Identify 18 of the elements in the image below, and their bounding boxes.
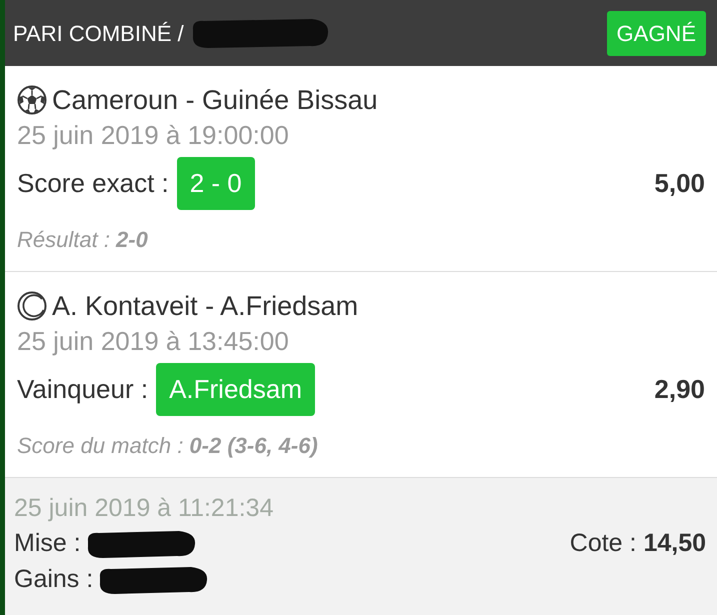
market-label: Score exact : — [17, 167, 169, 200]
selection-pill: 2 - 0 — [176, 157, 255, 210]
total-odds: Cote : 14,50 — [570, 528, 706, 560]
result-text: Score du match : 0-2 (3-6, 4-6) — [17, 432, 319, 460]
selection-pill: A.Friedsam — [156, 363, 315, 416]
stake-label: Mise : — [14, 528, 81, 560]
odds-value: 2,90 — [654, 373, 705, 406]
bet-title: PARI COMBINÉ / — [13, 20, 184, 48]
placed-date: 25 juin 2019 à 11:21:34 — [14, 493, 274, 524]
market-label: Vainqueur : — [17, 373, 148, 406]
match-date: 25 juin 2019 à 13:45:00 — [17, 325, 290, 358]
result-text: Résultat : 2-0 — [17, 226, 149, 254]
odds-value: 5,00 — [654, 167, 705, 200]
match-date: 25 juin 2019 à 19:00:00 — [17, 119, 290, 152]
match-title: A. Kontaveit - A.Friedsam — [52, 290, 358, 323]
status-badge: GAGNÉ — [606, 10, 706, 56]
match-title: Cameroun - Guinée Bissau — [52, 84, 378, 117]
winnings-label: Gains : — [14, 564, 94, 596]
